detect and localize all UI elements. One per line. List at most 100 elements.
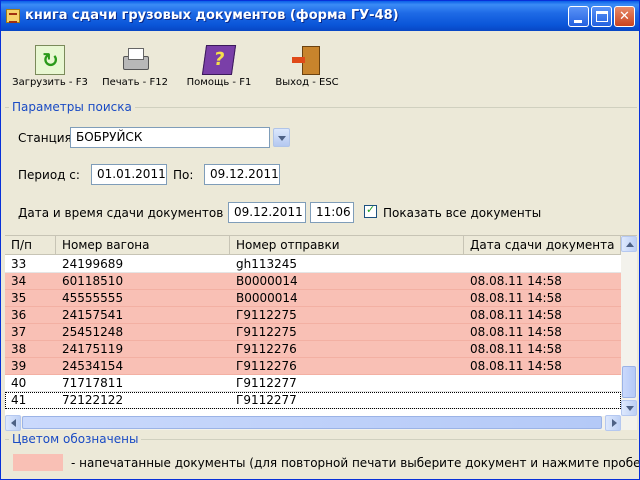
grid-header: П/п Номер вагона Номер отправки Дата сда…	[5, 236, 621, 255]
show-all-label: Показать все документы	[383, 206, 542, 220]
cell-date: 08.08.11 14:58	[470, 274, 562, 288]
print-label: Печать - F12	[102, 77, 168, 88]
cell-wagon: 45555555	[62, 291, 124, 305]
cell-shipment: В0000014	[236, 291, 298, 305]
cell-date	[464, 375, 621, 392]
cell-shipment: В0000014	[236, 274, 298, 288]
load-label: Загрузить - F3	[12, 77, 88, 88]
cell-date	[464, 392, 621, 409]
cell-wagon: 25451248	[62, 325, 124, 339]
help-book-icon	[201, 45, 237, 75]
exit-label: Выход - ESC	[275, 77, 339, 88]
table-row[interactable]: 38 24175119 Г9112276 08.08.11 14:58	[5, 341, 621, 358]
print-button[interactable]: Печать - F12	[101, 45, 169, 88]
cell-n: 37	[11, 325, 27, 339]
cell-n: 33	[11, 257, 27, 271]
station-dropdown-button[interactable]	[273, 128, 290, 147]
cell-shipment: Г9112277	[236, 393, 297, 407]
main-window: книга сдачи грузовых документов (форма Г…	[0, 0, 640, 480]
table-row[interactable]: 33 24199689 gh113245	[5, 256, 621, 273]
period-to-field[interactable]: 09.12.2011	[204, 164, 280, 185]
table-row[interactable]: 34 60118510 В0000014 08.08.11 14:58	[5, 273, 621, 290]
cell-shipment: gh113245	[236, 257, 298, 271]
cell-shipment: Г9112276	[236, 359, 297, 373]
cell-shipment: Г9112275	[236, 325, 297, 339]
table-row[interactable]: 35 45555555 В0000014 08.08.11 14:58	[5, 290, 621, 307]
search-group-title: Параметры поиска	[9, 100, 135, 114]
date-field[interactable]: 09.12.2011	[228, 202, 306, 223]
toolbar: Загрузить - F3 Печать - F12 Помощь - F1 …	[1, 31, 639, 97]
vertical-scrollbar[interactable]	[621, 236, 637, 416]
title-bar[interactable]: книга сдачи грузовых документов (форма Г…	[1, 1, 639, 31]
cell-n: 40	[11, 376, 27, 390]
help-button[interactable]: Помощь - F1	[183, 45, 255, 88]
datetime-label: Дата и время сдачи документов :	[18, 206, 232, 220]
minimize-icon	[574, 20, 582, 23]
cell-shipment: Г9112275	[236, 308, 297, 322]
col-header-n[interactable]: П/п	[5, 236, 56, 255]
search-params-group: Параметры поиска Станция БОБРУЙСК Период…	[5, 100, 637, 233]
legend-group-title: Цветом обозначены	[9, 432, 142, 446]
table-row[interactable]: 36 24157541 Г9112275 08.08.11 14:58	[5, 307, 621, 324]
station-label: Станция	[18, 131, 72, 145]
table-row[interactable]: 37 25451248 Г9112275 08.08.11 14:58	[5, 324, 621, 341]
cell-n: 36	[11, 308, 27, 322]
exit-button[interactable]: Выход - ESC	[269, 45, 345, 88]
cell-n: 38	[11, 342, 27, 356]
cell-date: 08.08.11 14:58	[470, 342, 562, 356]
cell-n: 34	[11, 274, 27, 288]
horizontal-scroll-thumb[interactable]	[22, 416, 602, 429]
scroll-down-button[interactable]	[621, 400, 637, 416]
col-header-date[interactable]: Дата сдачи документа	[464, 236, 621, 255]
scroll-left-button[interactable]	[5, 415, 21, 431]
cell-n: 41	[11, 393, 27, 407]
col-header-wagon[interactable]: Номер вагона	[56, 236, 230, 255]
help-label: Помощь - F1	[186, 77, 252, 88]
table-row[interactable]: 41 72122122 Г9112277	[5, 392, 621, 409]
printed-color-swatch	[13, 454, 63, 471]
cell-wagon: 24175119	[62, 342, 124, 356]
close-button[interactable]: ✕	[614, 6, 635, 27]
station-select[interactable]: БОБРУЙСК	[70, 127, 270, 148]
window-title: книга сдачи грузовых документов (форма Г…	[25, 8, 399, 23]
cell-date: 08.08.11 14:58	[470, 308, 562, 322]
cell-wagon: 71717811	[62, 376, 124, 390]
horizontal-scrollbar[interactable]	[5, 415, 637, 431]
maximize-button[interactable]	[591, 6, 612, 27]
cell-wagon: 24199689	[62, 257, 124, 271]
cell-wagon: 24534154	[62, 359, 124, 373]
documents-grid[interactable]: П/п Номер вагона Номер отправки Дата сда…	[5, 235, 637, 431]
scroll-up-button[interactable]	[621, 236, 637, 252]
printed-legend-text: - напечатанные документы (для повторной …	[71, 456, 640, 470]
scroll-right-button[interactable]	[605, 415, 621, 431]
period-to-label: По:	[173, 168, 194, 182]
table-row[interactable]: 39 24534154 Г9112276 08.08.11 14:58	[5, 358, 621, 375]
cell-shipment: Г9112276	[236, 342, 297, 356]
col-header-shipment[interactable]: Номер отправки	[230, 236, 464, 255]
color-legend-group: Цветом обозначены - напечатанные докумен…	[5, 432, 640, 479]
minimize-button[interactable]	[568, 6, 589, 27]
cell-wagon: 60118510	[62, 274, 124, 288]
cell-n: 35	[11, 291, 27, 305]
maximize-icon	[596, 11, 608, 22]
cell-date: 08.08.11 14:58	[470, 325, 562, 339]
cell-wagon: 24157541	[62, 308, 124, 322]
period-from-label: Период с:	[18, 168, 80, 182]
table-row[interactable]: 40 71717811 Г9112277	[5, 375, 621, 392]
period-from-field[interactable]: 01.01.2011	[91, 164, 167, 185]
cell-date: 08.08.11 14:58	[470, 291, 562, 305]
close-icon: ✕	[619, 9, 630, 24]
cell-shipment: Г9112277	[236, 376, 297, 390]
cell-date	[464, 256, 621, 273]
printer-icon	[120, 45, 150, 75]
reload-icon	[35, 45, 65, 75]
cell-date: 08.08.11 14:58	[470, 359, 562, 373]
exit-door-icon	[292, 45, 322, 75]
load-button[interactable]: Загрузить - F3	[11, 45, 89, 88]
vertical-scroll-thumb[interactable]	[622, 366, 636, 398]
show-all-checkbox[interactable]	[364, 203, 377, 218]
cell-n: 39	[11, 359, 27, 373]
app-icon	[6, 9, 20, 23]
time-field[interactable]: 11:06	[310, 202, 354, 223]
cell-wagon: 72122122	[62, 393, 124, 407]
